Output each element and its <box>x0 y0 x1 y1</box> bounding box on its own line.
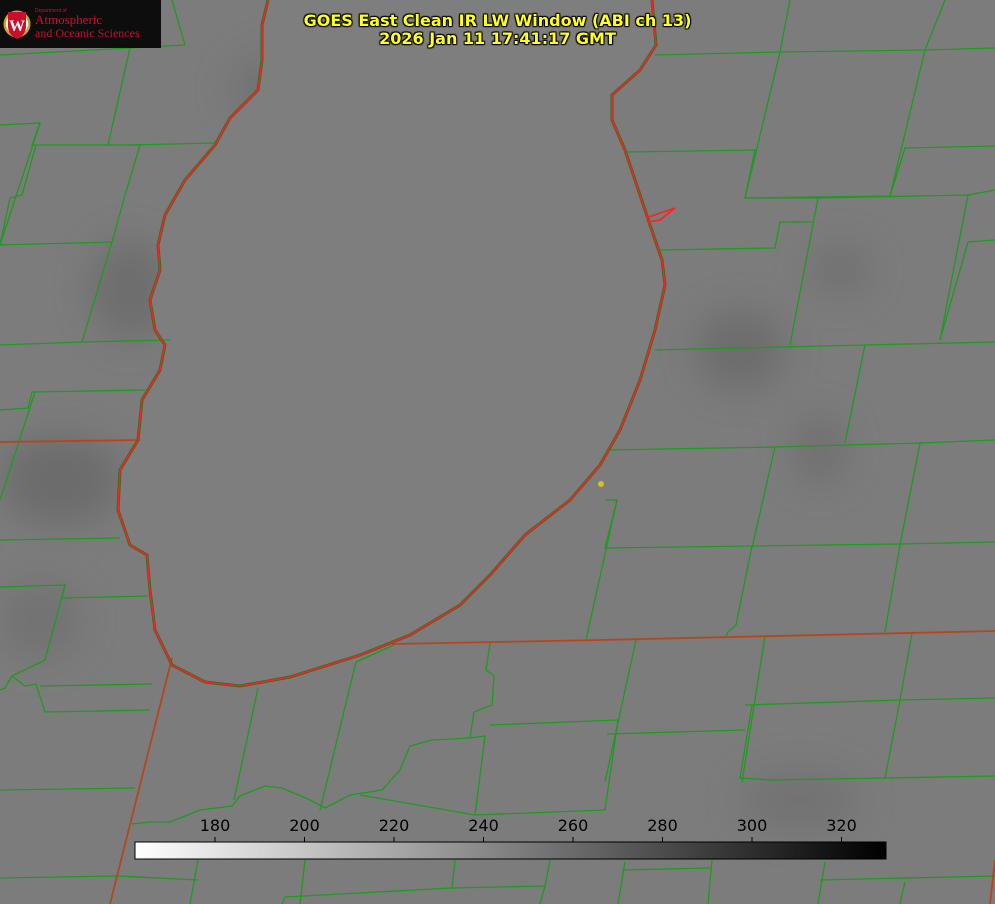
colorbar-ticks: 180 200 220 240 260 280 300 320 <box>200 816 857 842</box>
colorbar-tick-label: 320 <box>826 816 857 835</box>
satellite-image-viewer: W Department of Atmospheric and Oceanic … <box>0 0 995 904</box>
colorbar-tick-label: 300 <box>737 816 768 835</box>
colorbar-tick-label: 260 <box>558 816 589 835</box>
colorbar-tick-label: 240 <box>468 816 499 835</box>
colorbar-gradient <box>134 841 887 860</box>
colorbar: 180 200 220 240 260 280 300 320 <box>134 816 887 860</box>
colorbar-tick-label: 200 <box>289 816 320 835</box>
colorbar-tick-label: 220 <box>379 816 410 835</box>
colorbar-tick-label: 280 <box>647 816 678 835</box>
colorbar-tick-label: 180 <box>200 816 231 835</box>
